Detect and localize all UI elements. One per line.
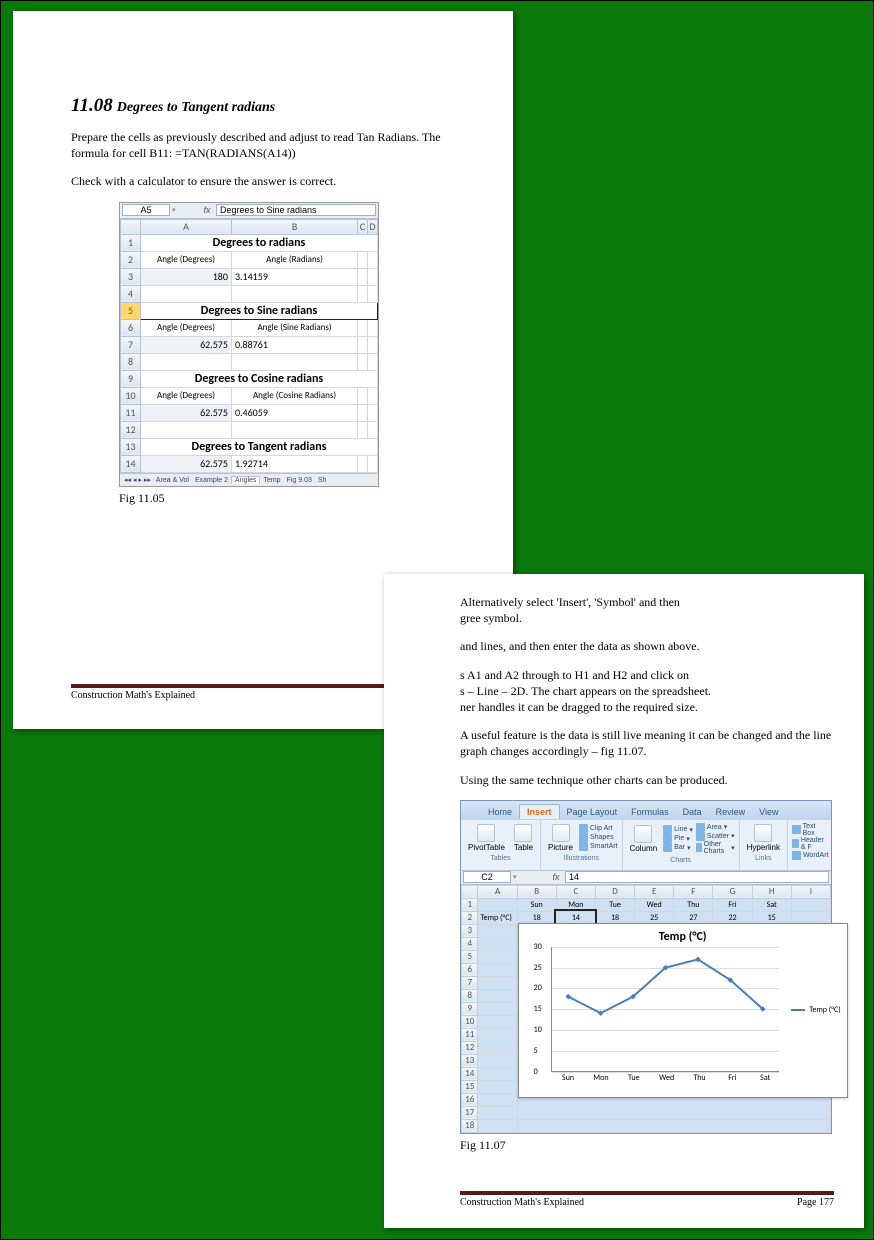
pie-chart-button[interactable]: Pie ▾ xyxy=(663,834,693,843)
ribbon-group-tables: PivotTable Table Tables xyxy=(461,820,541,870)
pivottable-button[interactable]: PivotTable xyxy=(465,823,508,853)
picture-button[interactable]: Picture xyxy=(545,823,576,853)
hyperlink-button[interactable]: Hyperlink xyxy=(744,823,783,853)
line-chart-button[interactable]: Line ▾ xyxy=(663,825,693,834)
footer-title: Construction Math's Explained xyxy=(71,690,195,701)
worksheet-grid[interactable]: ABCDEFGHI 1SunMonTueWedThuFriSat 2Temp (… xyxy=(461,885,831,1133)
scatter-chart-button[interactable]: Scatter ▾ xyxy=(696,832,735,841)
book-page-177: Alternatively select 'Insert', 'Symbol' … xyxy=(384,574,864,1228)
ribbon-group-links: Hyperlink Links xyxy=(740,820,788,870)
tab-page-layout[interactable]: Page Layout xyxy=(560,805,625,819)
name-box[interactable]: A5 xyxy=(122,204,170,216)
area-chart-button[interactable]: Area ▾ xyxy=(696,823,735,832)
section-title: Degrees to Tangent radians xyxy=(117,100,276,115)
plot-area: 051015202530SunMonTueWedThuFriSat xyxy=(551,947,779,1072)
embedded-line-chart[interactable]: Temp (°C) 051015202530SunMonTueWedThuFri… xyxy=(518,923,848,1098)
other-charts-button[interactable]: Other Charts ▾ xyxy=(696,841,735,855)
page-footer: Construction Math's Explained Page 177 xyxy=(460,1191,834,1208)
formula-bar: C2 ▾ fx 14 xyxy=(461,870,831,885)
chart-legend: Temp (°C) xyxy=(791,1005,840,1015)
section-number: 11.08 xyxy=(71,95,113,116)
column-chart-button[interactable]: Column xyxy=(627,824,661,854)
footer-page: Page 177 xyxy=(797,1197,834,1208)
figure-caption: Fig 11.07 xyxy=(460,1138,834,1153)
tab-review[interactable]: Review xyxy=(709,805,753,819)
paragraph: Check with a calculator to ensure the an… xyxy=(71,173,453,189)
tab-view[interactable]: View xyxy=(752,805,785,819)
wordart-button[interactable]: WordArt xyxy=(792,851,829,860)
excel-screenshot-fig-11-05: A5 ▾ fx Degrees to Sine radians ABCD 1De… xyxy=(119,202,379,487)
ribbon-group-illustrations: Picture Clip Art Shapes SmartArt Illustr… xyxy=(541,820,623,870)
section-heading: 11.08 Degrees to Tangent radians xyxy=(71,95,453,117)
formula-input[interactable]: Degrees to Sine radians xyxy=(216,204,376,216)
ribbon-group-charts: Column Line ▾ Pie ▾ Bar ▾ Area ▾ Scatter… xyxy=(623,820,740,870)
fx-icon[interactable]: fx xyxy=(549,872,563,882)
chart-title: Temp (°C) xyxy=(519,930,847,944)
tab-insert[interactable]: Insert xyxy=(519,804,560,819)
paragraph: Prepare the cells as previously describe… xyxy=(71,129,453,161)
shapes-button[interactable]: Shapes xyxy=(579,833,618,842)
paragraph-fragment: s A1 and A2 through to H1 and H2 and cli… xyxy=(460,667,834,716)
table-button[interactable]: Table xyxy=(511,823,536,853)
paragraph: Using the same technique other charts ca… xyxy=(460,772,834,788)
excel-screenshot-fig-11-07: Home Insert Page Layout Formulas Data Re… xyxy=(460,800,832,1134)
formula-bar: A5 ▾ fx Degrees to Sine radians xyxy=(120,203,378,219)
formula-input[interactable]: 14 xyxy=(565,871,829,883)
sheet-tabs[interactable]: ◂◂ ◂ ▸ ▸▸ Area & VolExample 2AnglesTempF… xyxy=(120,473,378,486)
bar-chart-button[interactable]: Bar ▾ xyxy=(663,843,693,852)
paragraph: A useful feature is the data is still li… xyxy=(460,727,834,759)
tab-formulas[interactable]: Formulas xyxy=(624,805,676,819)
headerfooter-button[interactable]: Header & F xyxy=(792,837,829,851)
smartart-button[interactable]: SmartArt xyxy=(579,842,618,851)
tab-data[interactable]: Data xyxy=(676,805,709,819)
worksheet-grid[interactable]: ABCD 1Degrees to radians 2Angle (Degrees… xyxy=(120,219,378,473)
tab-home[interactable]: Home xyxy=(481,805,519,819)
clipart-button[interactable]: Clip Art xyxy=(579,824,618,833)
paragraph-fragment: Alternatively select 'Insert', 'Symbol' … xyxy=(460,594,834,626)
textbox-button[interactable]: Text Box xyxy=(792,823,829,837)
name-box[interactable]: C2 xyxy=(463,871,511,883)
footer-title: Construction Math's Explained xyxy=(460,1197,584,1208)
paragraph-fragment: and lines, and then enter the data as sh… xyxy=(460,638,834,654)
ribbon-tabs[interactable]: Home Insert Page Layout Formulas Data Re… xyxy=(461,801,831,819)
fx-icon[interactable]: fx xyxy=(200,205,214,215)
figure-caption: Fig 11.05 xyxy=(119,491,453,506)
ribbon-group-text: Text Box Header & F WordArt Text xyxy=(788,820,833,870)
ribbon-body: PivotTable Table Tables Picture Clip Art… xyxy=(461,819,831,870)
